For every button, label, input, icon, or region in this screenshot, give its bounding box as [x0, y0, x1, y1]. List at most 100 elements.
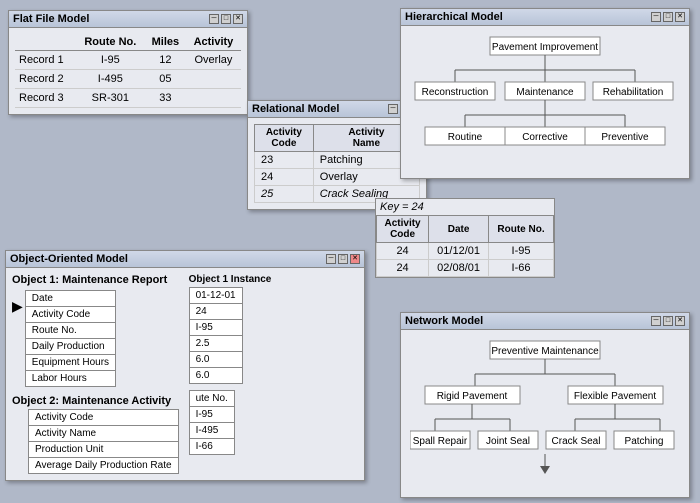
- table-row: Record 3 SR-301 33: [15, 89, 241, 108]
- tree-label-crack: Crack Seal: [552, 436, 601, 447]
- oo-instance-section: Object 1 Instance 01-12-01 24 I-95 2.5 6…: [189, 274, 272, 474]
- activity-code: 25: [255, 186, 314, 203]
- field-name: Equipment Hours: [25, 355, 115, 371]
- field-name: Date: [25, 291, 115, 307]
- table-row: ute No.: [189, 391, 234, 407]
- key-route: I-95: [489, 243, 554, 260]
- record-miles: 33: [145, 89, 186, 108]
- field-name: Daily Production: [25, 339, 115, 355]
- maximize-btn[interactable]: □: [663, 12, 673, 22]
- col-code: ActivityCode: [255, 125, 314, 152]
- table-row: Route No.: [25, 323, 115, 339]
- table-row: Labor Hours: [25, 371, 115, 387]
- record-activity: [186, 70, 241, 89]
- col-route: Route No.: [76, 34, 145, 51]
- field-name: Production Unit: [29, 442, 179, 458]
- oo-arrow-icon: ▶: [12, 298, 23, 315]
- oo-object1-label: Object 1: Maintenance Report: [12, 274, 179, 286]
- hierarchical-window: Hierarchical Model ─ □ ✕ Pavement Improv…: [400, 8, 690, 179]
- record-label: Record 2: [15, 70, 76, 89]
- oo-titlebar: Object-Oriented Model ─ □ ✕: [6, 251, 364, 268]
- key-result-panel: Key = 24 ActivityCode Date Route No. 24 …: [375, 198, 555, 278]
- tree-label-patching: Patching: [625, 436, 664, 447]
- col-code: ActivityCode: [377, 216, 429, 243]
- tree-label-joint: Joint Seal: [486, 436, 530, 447]
- window-controls: ─ □ ✕: [326, 254, 360, 264]
- instance-val: 01-12-01: [189, 288, 242, 304]
- oo-object1-section: Object 1: Maintenance Report ▶ Date Acti…: [12, 274, 179, 474]
- table-row: 24 Overlay: [255, 169, 420, 186]
- maximize-btn[interactable]: □: [338, 254, 348, 264]
- table-row: Record 2 I-495 05: [15, 70, 241, 89]
- oo-instance-table: 01-12-01 24 I-95 2.5 6.0 6.0: [189, 287, 243, 384]
- table-row: Equipment Hours: [25, 355, 115, 371]
- oo-object1-row: ▶ Date Activity Code Route No. Daily Pro…: [12, 290, 179, 387]
- hierarchical-title: Hierarchical Model: [405, 11, 503, 23]
- maximize-btn[interactable]: □: [221, 14, 231, 24]
- hierarchical-titlebar: Hierarchical Model ─ □ ✕: [401, 9, 689, 26]
- window-controls: ─ □ ✕: [209, 14, 243, 24]
- oo-fields-table: Date Activity Code Route No. Daily Produ…: [25, 290, 116, 387]
- table-row: 2.5: [189, 336, 242, 352]
- table-row: I-495: [189, 423, 234, 439]
- close-btn[interactable]: ✕: [675, 12, 685, 22]
- table-row: I-66: [189, 439, 234, 455]
- tree-label-preventive: Preventive: [601, 132, 649, 143]
- table-row: 24 01/12/01 I-95: [377, 243, 554, 260]
- hierarchical-content: Pavement Improvement Reconstruction Main…: [401, 26, 689, 178]
- tree-label-reconstruction: Reconstruction: [422, 87, 489, 98]
- instance-val: 2.5: [189, 336, 242, 352]
- tree-label-preventive: Preventive Maintenance: [491, 346, 599, 357]
- network-tree: Preventive Maintenance Rigid Pavement Fl…: [410, 336, 680, 491]
- table-row: 6.0: [189, 368, 242, 384]
- oo-object2-label: Object 2: Maintenance Activity: [12, 395, 179, 407]
- col-activity: Activity: [186, 34, 241, 51]
- table-row: I-95: [189, 320, 242, 336]
- maximize-btn[interactable]: □: [663, 316, 673, 326]
- close-btn[interactable]: ✕: [350, 254, 360, 264]
- flat-file-window: Flat File Model ─ □ ✕ Route No. Miles Ac…: [8, 10, 248, 115]
- down-arrow-icon: [540, 466, 550, 474]
- minimize-btn[interactable]: ─: [651, 12, 661, 22]
- table-row: 23 Patching: [255, 152, 420, 169]
- window-controls: ─ □ ✕: [651, 316, 685, 326]
- network-window: Network Model ─ □ ✕ Preventive Maintenan…: [400, 312, 690, 498]
- table-row: Production Unit: [29, 442, 179, 458]
- close-btn[interactable]: ✕: [233, 14, 243, 24]
- network-content: Preventive Maintenance Rigid Pavement Fl…: [401, 330, 689, 497]
- minimize-btn[interactable]: ─: [388, 104, 398, 114]
- oo-extra-info: ute No. I-95 I-495 I-66: [189, 390, 272, 455]
- record-route: SR-301: [76, 89, 145, 108]
- col-miles: Miles: [145, 34, 186, 51]
- table-row: Date: [25, 291, 115, 307]
- flat-file-titlebar: Flat File Model ─ □ ✕: [9, 11, 247, 28]
- record-label: Record 1: [15, 51, 76, 70]
- flat-file-table: Route No. Miles Activity Record 1 I-95 1…: [15, 34, 241, 108]
- table-row: 24: [189, 304, 242, 320]
- instance-val: 6.0: [189, 368, 242, 384]
- record-route: I-95: [76, 51, 145, 70]
- network-title: Network Model: [405, 315, 483, 327]
- key-date: 02/08/01: [429, 260, 489, 277]
- close-btn[interactable]: ✕: [675, 316, 685, 326]
- window-controls: ─ □ ✕: [651, 12, 685, 22]
- field-name: Route No.: [25, 323, 115, 339]
- key-label: Key = 24: [376, 199, 554, 215]
- tree-label-rehabilitation: Rehabilitation: [603, 87, 664, 98]
- table-row: Activity Name: [29, 426, 179, 442]
- activity-code: 24: [255, 169, 314, 186]
- hierarchical-tree: Pavement Improvement Reconstruction Main…: [410, 32, 680, 172]
- minimize-btn[interactable]: ─: [326, 254, 336, 264]
- tree-label-flexible: Flexible Pavement: [574, 391, 656, 402]
- record-activity: Overlay: [186, 51, 241, 70]
- minimize-btn[interactable]: ─: [651, 316, 661, 326]
- record-label: Record 3: [15, 89, 76, 108]
- record-activity: [186, 89, 241, 108]
- minimize-btn[interactable]: ─: [209, 14, 219, 24]
- tree-label-rigid: Rigid Pavement: [437, 391, 508, 402]
- table-row: 24 02/08/01 I-66: [377, 260, 554, 277]
- field-name: Labor Hours: [25, 371, 115, 387]
- tree-label-corrective: Corrective: [522, 132, 568, 143]
- network-titlebar: Network Model ─ □ ✕: [401, 313, 689, 330]
- table-row: Activity Code: [29, 410, 179, 426]
